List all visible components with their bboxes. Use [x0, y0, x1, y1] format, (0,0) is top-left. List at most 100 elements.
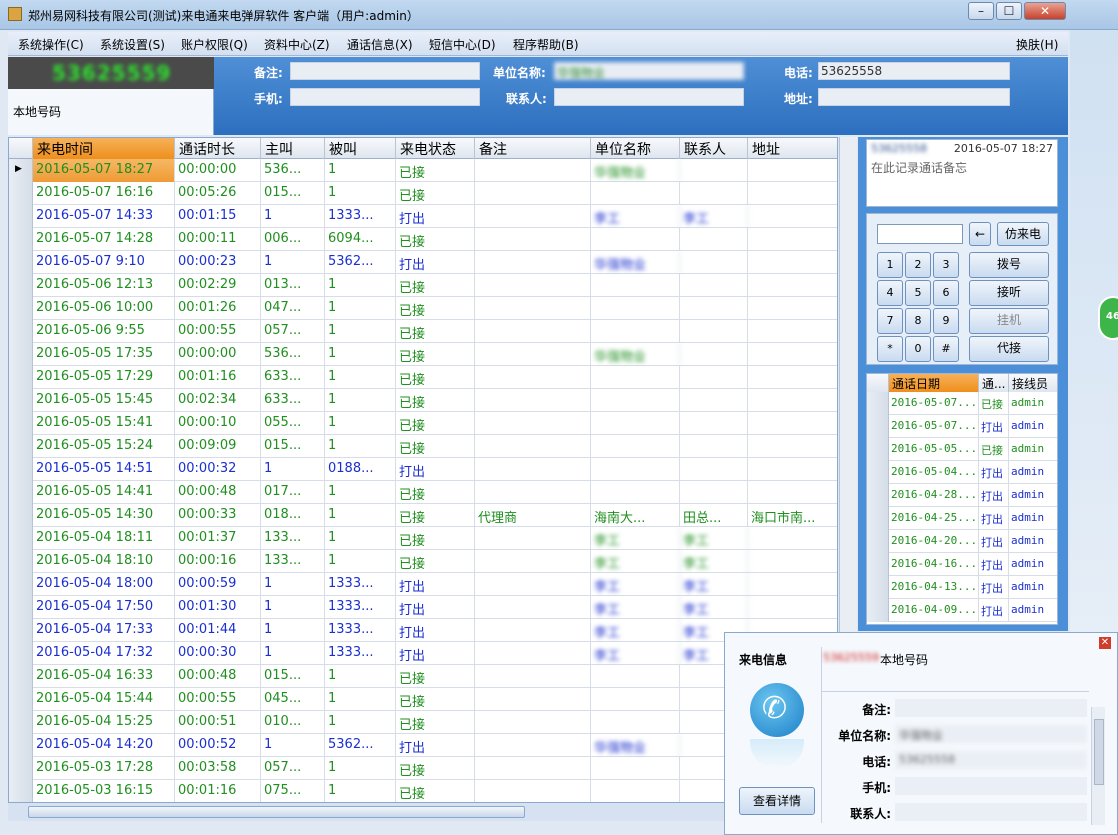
view-details-button[interactable]: 查看详情 [739, 787, 815, 815]
table-row[interactable]: 2016-05-04 17:32 00:00:30 1 1333... 打出 李工 李工 [9, 642, 837, 665]
menu-help[interactable]: 程序帮助(B) [513, 36, 579, 53]
table-row[interactable]: 2016-05-06 10:00 00:01:26 047... 1 已接 [9, 297, 837, 320]
history-row-header[interactable] [867, 576, 889, 599]
col-note[interactable]: 备注 [475, 138, 591, 159]
menu-account-permissions[interactable]: 账户权限(Q) [181, 36, 248, 53]
row-header[interactable] [9, 665, 33, 688]
backspace-button[interactable]: ← [969, 222, 991, 246]
row-header[interactable] [9, 297, 33, 320]
current-row-indicator[interactable]: ▶ [9, 159, 33, 182]
history-row[interactable]: 2016-04-13... 打出 admin [867, 576, 1057, 599]
floating-badge[interactable]: 46 [1098, 296, 1118, 340]
menu-call-info[interactable]: 通话信息(X) [347, 36, 413, 53]
table-row[interactable]: 2016-05-04 17:50 00:01:30 1 1333... 打出 李工 李工 [9, 596, 837, 619]
table-row[interactable]: 2016-05-05 15:24 00:09:09 015... 1 已接 [9, 435, 837, 458]
row-header[interactable] [9, 780, 33, 802]
table-row[interactable]: 2016-05-04 18:00 00:00:59 1 1333... 打出 李工 李工 [9, 573, 837, 596]
company-field[interactable]: 华强物业 [554, 62, 744, 80]
key-hash[interactable]: # [933, 336, 959, 362]
table-row[interactable]: 2016-05-04 15:25 00:00:51 010... 1 已接 [9, 711, 837, 734]
history-col-operator[interactable]: 接线员 [1009, 374, 1057, 392]
table-row[interactable]: 2016-05-07 14:33 00:01:15 1 1333... 打出 李工 李工 [9, 205, 837, 228]
col-address[interactable]: 地址 [748, 138, 837, 159]
history-row-header[interactable] [867, 438, 889, 461]
table-row[interactable]: 2016-05-05 14:51 00:00:32 1 0188... 打出 [9, 458, 837, 481]
table-row[interactable]: 2016-05-05 17:29 00:01:16 633... 1 已接 [9, 366, 837, 389]
key-8[interactable]: 8 [905, 308, 931, 334]
menu-sms-center[interactable]: 短信中心(D) [429, 36, 496, 53]
history-row[interactable]: 2016-05-07... 已接 admin [867, 392, 1057, 415]
col-duration[interactable]: 通话时长 [175, 138, 261, 159]
table-row[interactable]: ▶ 2016-05-07 18:27 00:00:00 536... 1 已接 华强物业 [9, 159, 837, 182]
table-row[interactable]: 2016-05-07 16:16 00:05:26 015... 1 已接 [9, 182, 837, 205]
popup-mobile-field[interactable] [895, 777, 1087, 795]
key-0[interactable]: 0 [905, 336, 931, 362]
answer-button[interactable]: 接听 [969, 280, 1049, 306]
table-row[interactable]: 2016-05-04 18:11 00:01:37 133... 1 已接 李工 李工 [9, 527, 837, 550]
popup-company-field[interactable]: 华强物业 [895, 725, 1087, 743]
row-header[interactable] [9, 228, 33, 251]
key-1[interactable]: 1 [877, 252, 903, 278]
row-header[interactable] [9, 711, 33, 734]
fake-call-button[interactable]: 仿来电 [997, 222, 1049, 246]
history-row-header[interactable] [867, 599, 889, 622]
history-row[interactable]: 2016-04-28... 打出 admin [867, 484, 1057, 507]
col-call-time[interactable]: 来电时间 [33, 138, 175, 159]
memo-box[interactable]: 53625558 2016-05-07 18:27 在此记录通话备忘 [866, 139, 1058, 207]
dial-input[interactable] [877, 224, 963, 244]
row-header[interactable] [9, 274, 33, 297]
table-row[interactable]: 2016-05-07 9:10 00:00:23 1 5362... 打出 华强物业 [9, 251, 837, 274]
proxy-answer-button[interactable]: 代接 [969, 336, 1049, 362]
table-row[interactable]: 2016-05-04 18:10 00:00:16 133... 1 已接 李工 李工 [9, 550, 837, 573]
row-header[interactable] [9, 757, 33, 780]
col-callee[interactable]: 被叫 [325, 138, 396, 159]
address-field[interactable] [818, 88, 1010, 106]
row-header[interactable] [9, 343, 33, 366]
key-9[interactable]: 9 [933, 308, 959, 334]
table-row[interactable]: 2016-05-07 14:28 00:00:11 006... 6094... 已接 [9, 228, 837, 251]
col-company[interactable]: 单位名称 [591, 138, 680, 159]
table-row[interactable]: 2016-05-05 17:35 00:00:00 536... 1 已接 华强物业 [9, 343, 837, 366]
popup-close-button[interactable]: ✕ [1099, 637, 1111, 649]
history-row-header[interactable] [867, 530, 889, 553]
history-row[interactable]: 2016-04-09... 打出 admin [867, 599, 1057, 622]
row-header[interactable] [9, 458, 33, 481]
phone-field[interactable]: 53625558 [818, 62, 1010, 80]
menu-skin[interactable]: 换肤(H) [1016, 36, 1058, 53]
row-header[interactable] [9, 366, 33, 389]
key-7[interactable]: 7 [877, 308, 903, 334]
key-4[interactable]: 4 [877, 280, 903, 306]
history-row-header[interactable] [867, 415, 889, 438]
table-row[interactable]: 2016-05-05 15:45 00:02:34 633... 1 已接 [9, 389, 837, 412]
menu-data-center[interactable]: 资料中心(Z) [264, 36, 330, 53]
row-header[interactable] [9, 596, 33, 619]
row-header[interactable] [9, 412, 33, 435]
col-caller[interactable]: 主叫 [261, 138, 325, 159]
dial-button[interactable]: 拨号 [969, 252, 1049, 278]
history-col-status[interactable]: 通... [979, 374, 1009, 392]
table-row[interactable]: 2016-05-04 15:44 00:00:55 045... 1 已接 [9, 688, 837, 711]
row-header[interactable] [9, 320, 33, 343]
row-header[interactable] [9, 481, 33, 504]
history-row[interactable]: 2016-04-20... 打出 admin [867, 530, 1057, 553]
popup-phone-field[interactable]: 53625558 [895, 751, 1087, 769]
row-header[interactable] [9, 435, 33, 458]
call-log-grid[interactable]: 来电时间 通话时长 主叫 被叫 来电状态 备注 单位名称 联系人 地址 ▶ 201… [8, 137, 838, 803]
title-bar[interactable]: 郑州易网科技有限公司(测试)来电通来电弹屏软件 客户端（用户:admin） – … [0, 0, 1118, 30]
history-row-header[interactable] [867, 392, 889, 415]
note-field[interactable] [290, 62, 480, 80]
scroll-thumb[interactable] [28, 806, 525, 818]
history-row[interactable]: 2016-05-07... 打出 admin [867, 415, 1057, 438]
history-row[interactable]: 2016-04-16... 打出 admin [867, 553, 1057, 576]
table-row[interactable]: 2016-05-06 9:55 00:00:55 057... 1 已接 [9, 320, 837, 343]
history-row-header[interactable] [867, 507, 889, 530]
menu-system-settings[interactable]: 系统设置(S) [100, 36, 165, 53]
col-status[interactable]: 来电状态 [396, 138, 475, 159]
table-row[interactable]: 2016-05-04 14:20 00:00:52 1 5362... 打出 华强物业 [9, 734, 837, 757]
history-col-date[interactable]: 通话日期 [889, 374, 979, 392]
history-row-header[interactable] [867, 484, 889, 507]
table-row[interactable]: 2016-05-04 17:33 00:01:44 1 1333... 打出 李工 李工 [9, 619, 837, 642]
key-5[interactable]: 5 [905, 280, 931, 306]
popup-contact-field[interactable] [895, 803, 1087, 821]
close-button[interactable]: ✕ [1024, 2, 1066, 20]
